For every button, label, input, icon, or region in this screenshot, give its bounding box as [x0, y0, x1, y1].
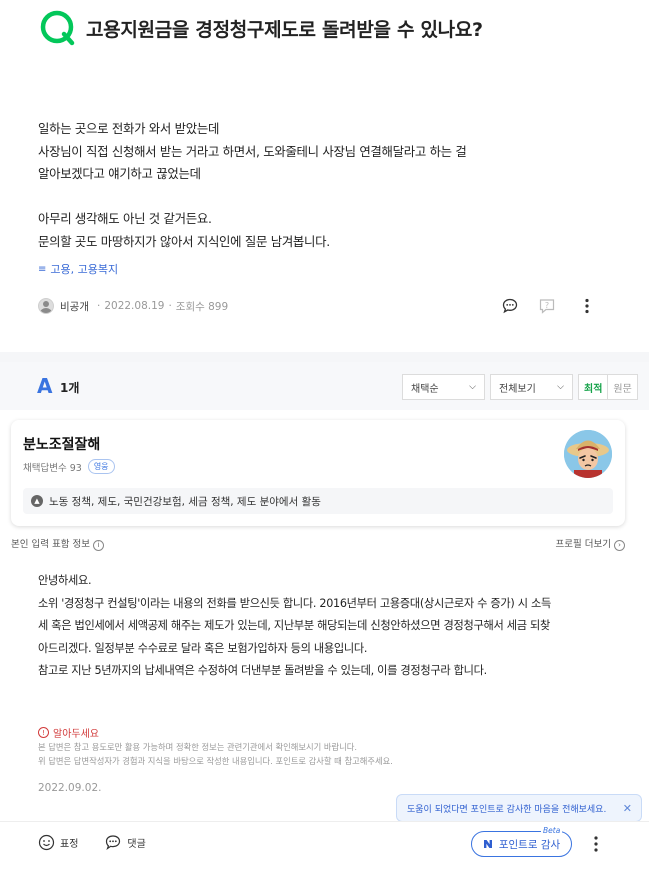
category-tag[interactable]: ≡ 고용, 고용복지 — [38, 261, 118, 277]
naver-n-icon — [483, 840, 492, 848]
answer-body: 안녕하세요. 소위 '경정청구 컨설팅'이라는 내용의 전화를 받으신듯 합니다… — [38, 570, 551, 683]
info-row: 본인 입력 표함 정보 i 프로필 더보기 › — [11, 536, 625, 551]
answerer-stats: 채택답변수 93 영웅 — [23, 459, 115, 474]
profile-more-text: 프로필 더보기 — [555, 539, 611, 550]
view-count: 조회수 899 — [175, 300, 229, 313]
comment-icon — [106, 835, 121, 851]
notice-line: 본 답변은 참고 용도로만 활용 가능하며 정확한 정보는 관련기관에서 확인해… — [38, 742, 358, 752]
ask-question-icon[interactable]: ? — [537, 296, 557, 316]
answers-bar: A 1개 채택순 ⌵ 전체보기 ⌵ 최적 원문 — [0, 362, 649, 410]
activity-icon: ▲ — [31, 495, 43, 507]
comment-icon[interactable] — [500, 296, 520, 316]
info-icon: i — [92, 539, 104, 551]
comment-label: 댓글 — [127, 839, 146, 850]
notice-box: ! 알아두세요 본 답변은 참고 용도로만 활용 가능하며 정확한 정보는 관련… — [38, 725, 393, 768]
section-divider — [0, 352, 649, 362]
answerer-name[interactable]: 분노조절잘해 — [23, 434, 100, 454]
separator: · — [96, 300, 101, 312]
answer-line: 아드리겠다. 일정부분 수수료로 달라 혹은 보험가입하자 등의 내용입니다. — [38, 641, 368, 655]
alert-icon: ! — [38, 727, 49, 738]
answer-line: 세 혹은 법인세에서 세액공제 해주는 제도가 있는데, 지난부분 해당되는데 … — [38, 619, 550, 633]
best-original-toggle: 최적 원문 — [578, 374, 638, 400]
question-header: 고용지원금을 경정청구제도로 돌려받을 수 있나요? — [38, 8, 483, 48]
toggle-best[interactable]: 최적 — [579, 375, 609, 399]
more-options-icon[interactable] — [577, 296, 597, 316]
question-line: 아무리 생각해도 아닌 것 같거든요. — [38, 211, 212, 227]
question-line: 사장님이 직접 신청해서 받는 거라고 하면서, 도와줄테니 사장님 연결해달라… — [38, 143, 467, 159]
author-name: 비공개 — [60, 300, 89, 313]
chevron-down-icon: ⌵ — [469, 382, 476, 392]
question-actions: ? — [500, 296, 597, 316]
answer-line: 안녕하세요. — [38, 574, 92, 587]
sort-select-value: 채택순 — [411, 383, 439, 395]
tooltip-text: 도움이 되었다면 포인트로 감사한 마음을 전해보세요. — [407, 804, 607, 815]
toggle-original[interactable]: 원문 — [608, 375, 636, 399]
answer-line: 소위 '경정청구 컨설팅'이라는 내용의 전화를 받으신듯 합니다. 2016년… — [38, 596, 551, 610]
point-thanks-label: 포인트로 감사 — [498, 838, 561, 851]
view-select[interactable]: 전체보기 ⌵ — [490, 374, 573, 400]
rank-badge: 영웅 — [87, 459, 115, 474]
view-select-value: 전체보기 — [499, 383, 536, 395]
question-date: 2022.08.19 — [104, 300, 165, 312]
close-icon[interactable]: ✕ — [623, 802, 632, 815]
adopted-count: 채택답변수 93 — [23, 462, 82, 474]
separator: · — [168, 300, 172, 312]
question-meta: 비공개 · 2022.08.19 · 조회수 899 — [38, 298, 228, 314]
notice-title-text: 알아두세요 — [53, 729, 99, 740]
question-line: 알아보겠다고 얘기하고 끊었는데 — [38, 166, 201, 182]
point-thanks-tooltip: 도움이 되었다면 포인트로 감사한 마음을 전해보세요. ✕ — [396, 794, 642, 822]
answerer-avatar[interactable] — [564, 430, 612, 478]
svg-text:?: ? — [545, 301, 549, 310]
self-info-label[interactable]: 본인 입력 표함 정보 i — [11, 536, 104, 551]
question-line: 문의할 곳도 마땅하지가 않아서 지식인에 질문 남겨봅니다. — [38, 233, 330, 249]
more-options-icon[interactable] — [588, 834, 604, 854]
author-avatar-icon — [38, 298, 54, 314]
reaction-bar: 표정 댓글 — [38, 834, 146, 851]
answer-letter-icon: A — [37, 374, 53, 398]
answerer-field: ▲ 노동 정책, 제도, 국민건강보험, 세금 정책, 제도 분야에서 활동 — [23, 488, 613, 514]
arrow-right-icon: › — [614, 539, 625, 551]
q-icon — [40, 10, 75, 46]
answer-count: 1개 — [60, 381, 80, 395]
sort-select[interactable]: 채택순 ⌵ — [402, 374, 485, 400]
comment-button[interactable]: 댓글 — [104, 834, 146, 851]
chevron-down-icon: ⌵ — [557, 382, 564, 392]
answerer-field-text: 노동 정책, 제도, 국민건강보험, 세금 정책, 제도 분야에서 활동 — [49, 495, 321, 508]
menu-icon: ≡ — [38, 263, 47, 275]
notice-line: 위 답변은 답변작성자가 경험과 지식을 바탕으로 작성한 내용입니다. 포인트… — [38, 756, 393, 766]
bottom-divider — [0, 821, 649, 822]
reaction-button[interactable]: 표정 — [38, 834, 78, 851]
category-tag-label: 고용, 고용복지 — [50, 263, 119, 276]
self-info-text: 본인 입력 표함 정보 — [11, 539, 90, 550]
notice-title: ! 알아두세요 — [38, 725, 393, 740]
answer-line: 참고로 지난 5년까지의 납세내역은 수정하여 더낸부분 돌려받을 수 있는데,… — [38, 664, 487, 678]
question-line: 일하는 곳으로 전화가 와서 받았는데 — [38, 121, 220, 136]
question-body: 일하는 곳으로 전화가 와서 받았는데 사장님이 직접 신청해서 받는 거라고 … — [38, 118, 467, 254]
question-title: 고용지원금을 경정청구제도로 돌려받을 수 있나요? — [86, 18, 483, 41]
smile-icon — [38, 834, 55, 851]
reaction-label: 표정 — [60, 839, 79, 850]
answerer-card[interactable]: 분노조절잘해 채택답변수 93 영웅 ▲ 노동 정책, 제도, 국민건강보험, … — [11, 420, 625, 526]
answer-date: 2022.09.02. — [38, 782, 102, 794]
beta-label: Beta — [541, 826, 563, 835]
profile-more-link[interactable]: 프로필 더보기 › — [556, 536, 625, 551]
